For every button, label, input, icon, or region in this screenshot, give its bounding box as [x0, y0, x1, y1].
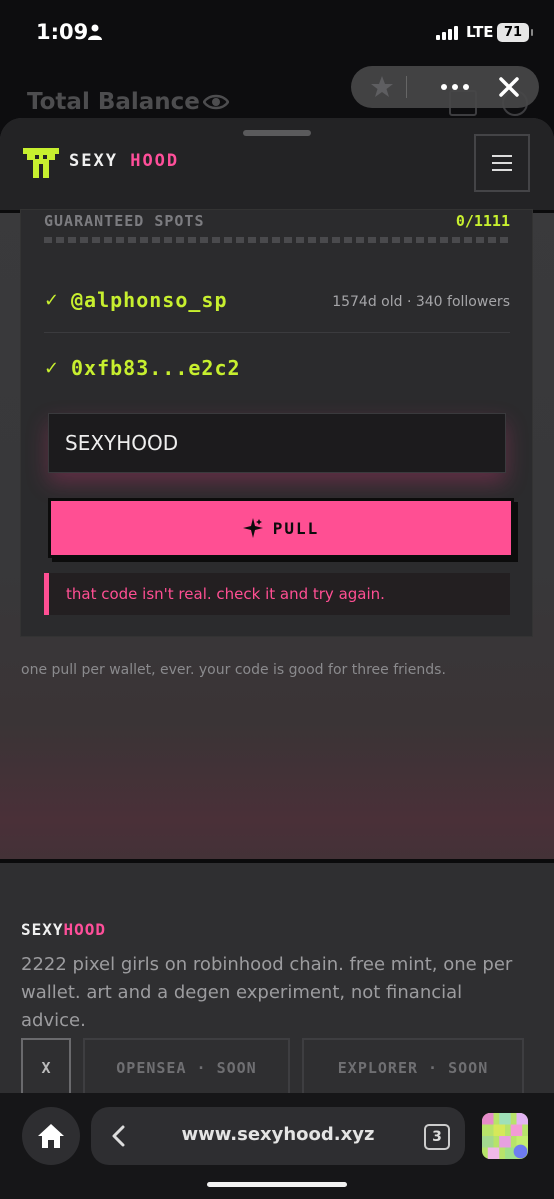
brand-word-2: HOOD	[130, 151, 180, 171]
site-footer: SEXYHOOD 2222 pixel girls on robinhood c…	[0, 863, 554, 1093]
footer-link-x[interactable]: X	[21, 1038, 71, 1093]
pixel-logo-icon	[23, 148, 59, 178]
home-indicator	[207, 1182, 347, 1187]
total-balance-label: Total Balance	[27, 89, 200, 115]
battery-icon: 71	[497, 23, 533, 42]
network-type: LTE	[466, 23, 494, 41]
spots-progress-bar	[44, 237, 510, 243]
pull-button[interactable]: PULL	[48, 498, 514, 558]
status-bar: 1:09 LTE 71	[0, 0, 554, 62]
brand-word-1: SEXY	[69, 151, 118, 171]
footer-link-opensea[interactable]: OPENSEA · SOON	[83, 1038, 290, 1093]
twitter-meta: 1574d old · 340 followers	[332, 294, 510, 310]
wallet-avatar[interactable]	[482, 1113, 528, 1159]
pill-divider	[406, 76, 407, 98]
more-icon[interactable]	[441, 84, 469, 90]
url-text[interactable]: www.sexyhood.xyz	[91, 1124, 465, 1145]
wallet-address: 0xfb83...e2c2	[71, 356, 241, 380]
browser-bottom-bar: www.sexyhood.xyz 3	[0, 1093, 554, 1199]
home-icon	[38, 1124, 64, 1148]
eye-icon	[203, 94, 229, 110]
footer-brand-word-2: HOOD	[63, 920, 107, 939]
close-icon[interactable]	[498, 76, 520, 98]
star-icon[interactable]	[370, 75, 394, 99]
browser-actions-pill	[351, 66, 539, 108]
footer-brand-word-1: SEXY	[21, 920, 64, 939]
code-input[interactable]: SEXYHOOD	[48, 413, 506, 473]
menu-button[interactable]	[474, 134, 530, 192]
site-header: SEXY HOOD	[0, 118, 554, 213]
claim-card: GUARANTEED SPOTS 0/1111 ✓ @alphonso_sp 1…	[21, 210, 532, 636]
pull-label: PULL	[272, 518, 320, 538]
error-message: that code isn't real. check it and try a…	[44, 573, 510, 615]
web-sheet: SEXY HOOD GUARANTEED SPOTS 0/1111 ✓ @alp…	[0, 118, 554, 1093]
address-bar[interactable]: www.sexyhood.xyz 3	[91, 1107, 465, 1165]
row-divider	[44, 332, 510, 333]
home-button[interactable]	[22, 1107, 80, 1165]
check-icon: ✓	[44, 290, 60, 311]
site-brand[interactable]: SEXY HOOD	[69, 151, 179, 171]
tabs-button[interactable]: 3	[424, 1124, 450, 1150]
hamburger-icon	[492, 155, 512, 171]
check-icon: ✓	[44, 358, 60, 379]
sparkle-icon	[242, 518, 263, 538]
person-icon	[88, 24, 102, 40]
footer-link-explorer[interactable]: EXPLORER · SOON	[302, 1038, 524, 1093]
footer-brand: SEXYHOOD	[21, 920, 106, 939]
status-time: 1:09	[36, 20, 89, 44]
twitter-handle: @alphonso_sp	[71, 288, 228, 312]
spots-count: 0/1111	[455, 212, 510, 230]
footer-description: 2222 pixel girls on robinhood chain. fre…	[21, 954, 513, 1031]
signal-icon	[436, 26, 458, 40]
spots-label: GUARANTEED SPOTS	[44, 212, 205, 230]
pull-footnote: one pull per wallet, ever. your code is …	[21, 662, 446, 678]
sheet-grabber[interactable]	[243, 130, 311, 136]
